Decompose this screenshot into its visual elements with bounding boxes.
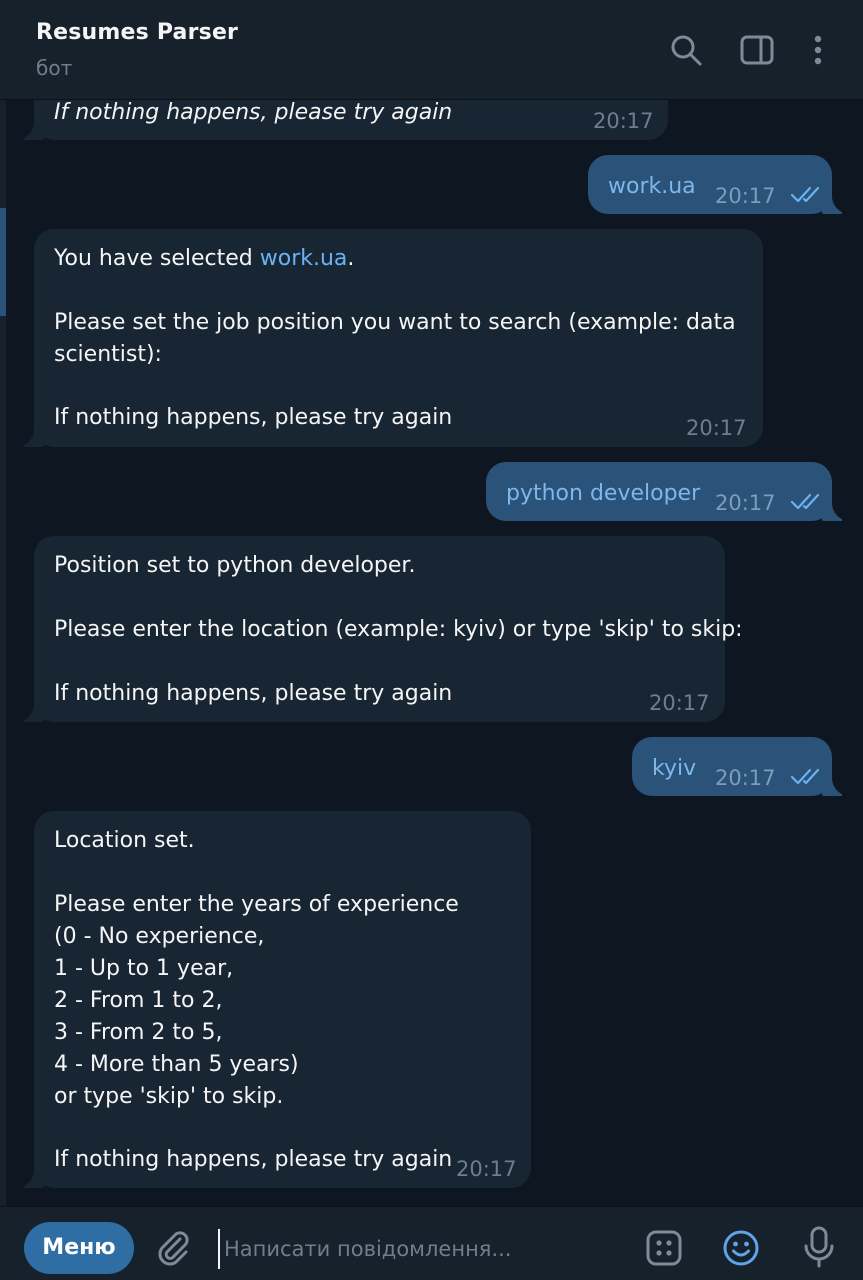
message-outgoing[interactable]: work.ua 20:17 (588, 155, 852, 214)
message-line: scientist): (54, 342, 162, 367)
microphone-icon[interactable] (798, 1225, 840, 1269)
message-input[interactable] (218, 1229, 618, 1269)
message-line: 1 - Up to 1 year, (54, 956, 234, 981)
message-line: 4 - More than 5 years) (54, 1052, 299, 1077)
message-text: If nothing happens, please try again (54, 100, 453, 125)
message-text: kyiv (652, 756, 697, 781)
emoji-icon[interactable] (720, 1227, 762, 1269)
message-list[interactable]: If nothing happens, please try again 20:… (6, 100, 863, 1206)
message-text-suffix: . (347, 246, 355, 271)
bot-menu-button[interactable]: Меню (24, 1222, 134, 1274)
message-outgoing[interactable]: python developer 20:17 (486, 462, 852, 521)
message-incoming[interactable]: If nothing happens, please try again 20:… (14, 100, 668, 140)
double-check-icon (790, 493, 820, 510)
telegram-window: Resumes Parser бот If nothing happens, p… (0, 0, 863, 1280)
message-incoming[interactable]: You have selected work.ua. Please set th… (14, 229, 763, 447)
message-line: If nothing happens, please try again (54, 681, 453, 706)
message-composer: Меню (0, 1206, 863, 1280)
message-outgoing[interactable]: kyiv 20:17 (632, 737, 852, 796)
message-line: Please enter the location (example: kyiv… (54, 617, 743, 642)
message-time: 20:17 (715, 184, 776, 208)
bubble-tail (14, 696, 44, 722)
message-line: If nothing happens, please try again (54, 405, 453, 430)
message-line: Position set to python developer. (54, 553, 416, 578)
chat-header[interactable]: Resumes Parser бот (0, 0, 863, 100)
message-time: 20:17 (686, 416, 747, 440)
message-time: 20:17 (715, 491, 776, 515)
double-check-icon (790, 186, 820, 203)
bubble-tail (822, 770, 852, 796)
attach-icon[interactable] (153, 1227, 193, 1267)
message-line: Please set the job position you want to … (54, 310, 736, 335)
message-time: 20:17 (649, 691, 710, 715)
message-time: 20:17 (715, 766, 776, 790)
message-text: work.ua (608, 174, 696, 199)
more-vertical-icon[interactable] (798, 30, 838, 70)
message-line: (0 - No experience, (54, 924, 265, 949)
message-incoming[interactable]: Location set. Please enter the years of … (14, 811, 531, 1188)
message-incoming[interactable]: Position set to python developer. Please… (14, 536, 743, 722)
bubble-tail (14, 114, 44, 140)
bubble-tail (14, 421, 44, 447)
bubble-tail (822, 188, 852, 214)
message-text: python developer (506, 481, 701, 506)
message-line: If nothing happens, please try again (54, 1147, 453, 1172)
sidebar-toggle-icon[interactable] (737, 30, 777, 70)
message-line: 2 - From 1 to 2, (54, 988, 223, 1013)
bubble-tail (822, 495, 852, 521)
chat-subtitle: бот (36, 56, 73, 80)
chat-title[interactable]: Resumes Parser (36, 20, 238, 45)
message-time: 20:17 (593, 109, 654, 133)
message-line: You have selected work.ua. (54, 243, 354, 275)
message-time: 20:17 (456, 1157, 517, 1181)
search-icon[interactable] (666, 30, 706, 70)
message-line: 3 - From 2 to 5, (54, 1020, 223, 1045)
bot-commands-icon[interactable] (643, 1227, 685, 1269)
bubble-tail (14, 1162, 44, 1188)
message-line: Please enter the years of experience (54, 892, 459, 917)
double-check-icon (790, 768, 820, 785)
message-line: Location set. (54, 828, 195, 853)
message-line: or type 'skip' to skip. (54, 1084, 284, 1109)
message-text-prefix: You have selected (54, 246, 260, 271)
message-link[interactable]: work.ua (260, 246, 348, 271)
